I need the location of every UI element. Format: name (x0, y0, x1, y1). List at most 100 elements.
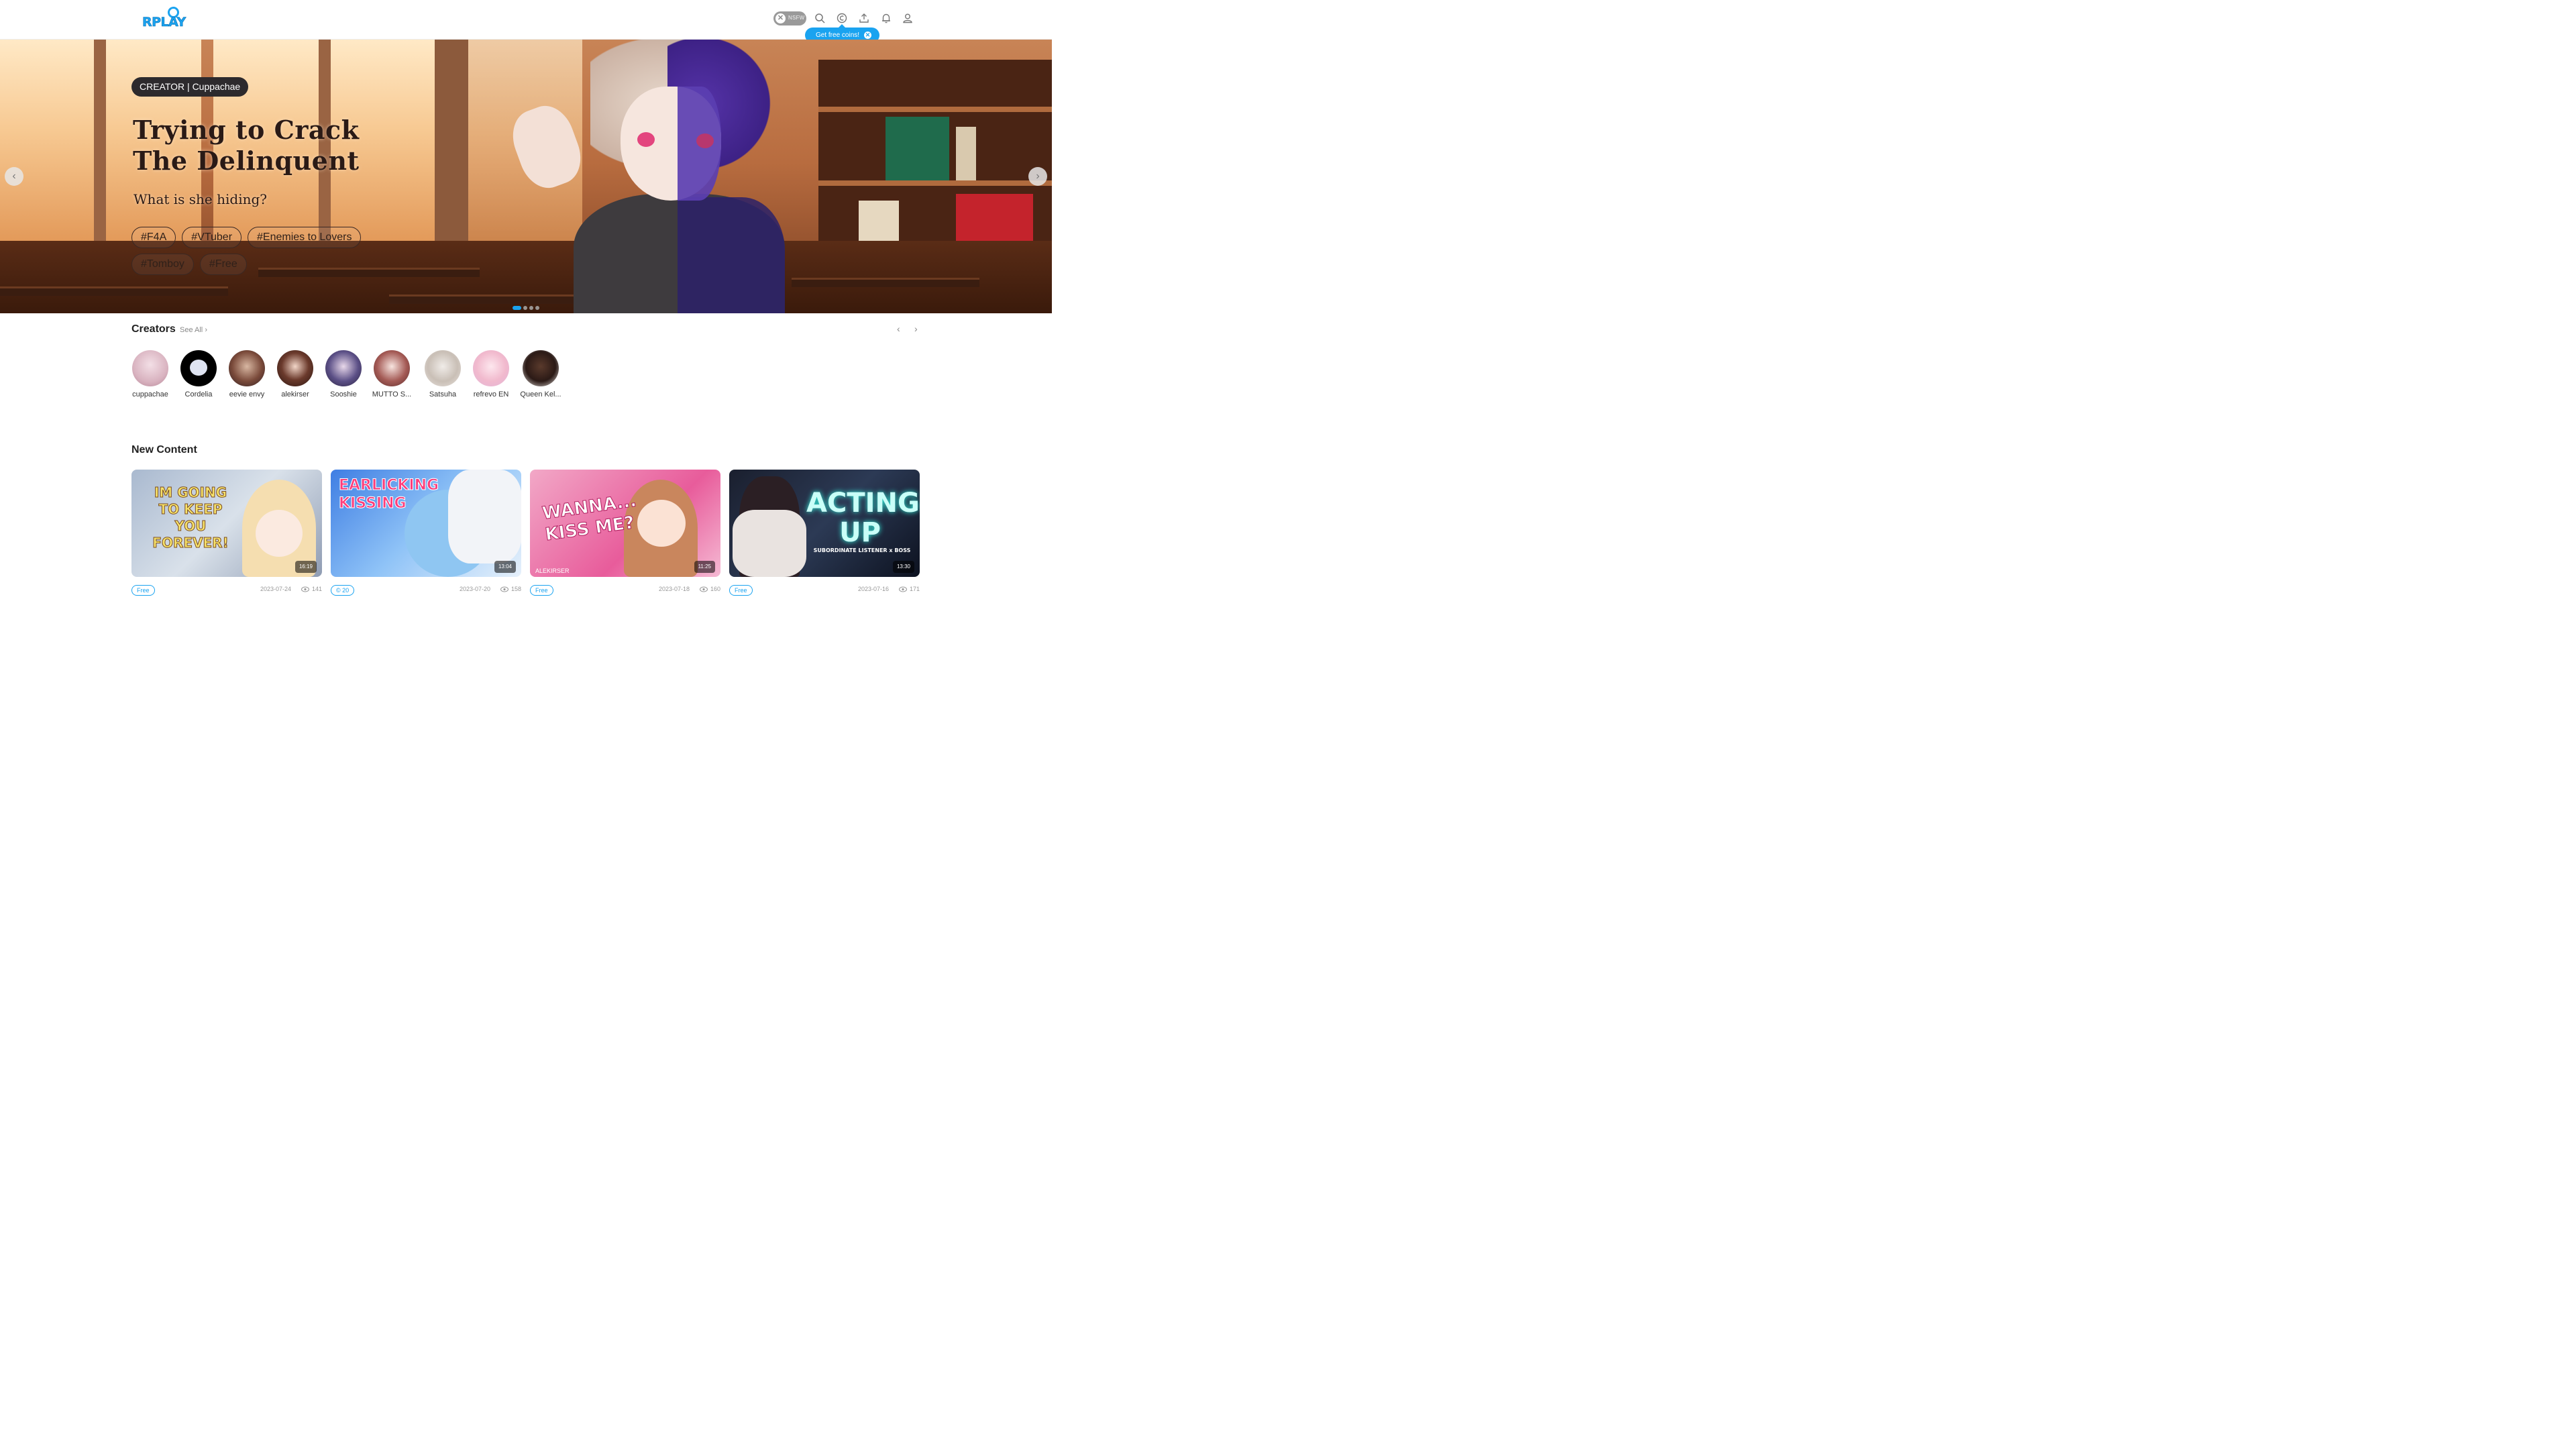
avatar (374, 350, 410, 386)
content-card[interactable]: IM GOING TO KEEP YOU FOREVER! 16:19 (131, 470, 322, 577)
coin-icon[interactable] (836, 12, 848, 24)
creator-name: Satsuha (429, 390, 457, 398)
coin-icon: © (336, 587, 343, 594)
creator-pill[interactable]: CREATOR | Cuppachae (131, 77, 249, 97)
top-header: RPLAY ✕ NSFW (0, 0, 1052, 40)
hero-prev-arrow-icon[interactable]: ‹ (5, 167, 23, 186)
hero-tag-list: #F4A #VTuber #Enemies to Lovers #Tomboy #Fr… (131, 227, 386, 280)
creator-item[interactable]: Cordelia (174, 350, 223, 398)
see-all-link[interactable]: See All › (180, 326, 207, 334)
card-thumb-text: ACTING UP (806, 488, 920, 548)
avatar (277, 350, 313, 386)
creator-name: MUTTO S... (372, 390, 412, 398)
hero-tag[interactable]: #Enemies to Lovers (248, 227, 362, 248)
card-views: 171 (898, 586, 920, 592)
carousel-dots (513, 301, 541, 310)
creator-name: cuppachae (132, 390, 168, 398)
bookshelf-decoration (818, 60, 1052, 261)
card-meta: © 20 2023-07-20 158 (331, 584, 521, 596)
creators-title: Creators (131, 323, 176, 335)
creator-item[interactable]: Queen Kel... (517, 350, 565, 398)
card-watermark: ALEKIRSER (535, 568, 570, 574)
creator-item[interactable]: cuppachae (126, 350, 174, 398)
creator-name: Cordelia (184, 390, 213, 398)
close-icon[interactable]: ✕ (864, 32, 871, 39)
card-character-body (733, 510, 806, 577)
creator-name: alekirser (281, 390, 309, 398)
price-badge: © 20 (331, 585, 355, 596)
creators-next-icon[interactable]: › (914, 323, 918, 334)
carousel-dot[interactable] (523, 306, 527, 310)
avatar (473, 350, 509, 386)
avatar (180, 350, 217, 386)
creator-name: eevie envy (229, 390, 265, 398)
duration-badge: 16:19 (294, 561, 317, 573)
desk-decoration (389, 294, 604, 304)
content-card[interactable]: WANNA... KISS ME? ALEKIRSER 11:25 (530, 470, 720, 577)
avatar (425, 350, 461, 386)
card-date: 2023-07-20 (459, 586, 490, 592)
creator-item[interactable]: MUTTO S... (368, 350, 416, 398)
close-icon: ✕ (775, 13, 786, 23)
search-icon[interactable] (814, 12, 826, 24)
hero-next-arrow-icon[interactable]: › (1028, 167, 1047, 186)
carousel-dot[interactable] (513, 306, 521, 310)
creator-name: refrevo EN (473, 390, 509, 398)
hero-title: Trying to Crack The Delinquent (133, 115, 360, 176)
carousel-dot[interactable] (535, 306, 539, 310)
duration-badge: 13:30 (892, 561, 914, 573)
upload-icon[interactable] (858, 12, 870, 24)
character-body-shade (678, 197, 785, 313)
card-views: 141 (301, 586, 322, 592)
character-eye (696, 133, 714, 148)
creator-item[interactable]: Satsuha (419, 350, 467, 398)
rplay-logo[interactable]: RPLAY (141, 7, 186, 31)
creator-item[interactable]: Sooshie (319, 350, 368, 398)
hero-tag[interactable]: #VTuber (182, 227, 242, 248)
price-badge: Free (729, 585, 753, 596)
see-all-label: See All (180, 326, 203, 334)
hero-subtitle: What is she hiding? (133, 191, 267, 207)
new-content-title: New Content (131, 444, 197, 455)
creator-name: Sooshie (330, 390, 357, 398)
creator-item[interactable]: alekirser (271, 350, 319, 398)
card-character-face (256, 510, 303, 557)
content-card[interactable]: ACTING UP SUBORDINATE LISTENER x BOSS 13… (729, 470, 920, 577)
price-badge: Free (131, 585, 155, 596)
avatar (325, 350, 362, 386)
hero-tag[interactable]: #Free (199, 254, 247, 275)
eye-icon (500, 586, 508, 592)
eye-icon (699, 586, 708, 592)
chevron-right-icon: › (205, 326, 207, 334)
avatar (132, 350, 168, 386)
eye-icon (898, 586, 907, 592)
creator-name: Queen Kel... (520, 390, 561, 398)
card-meta: Free 2023-07-16 171 (729, 584, 920, 596)
nsfw-label: NSFW (788, 15, 805, 21)
avatar (523, 350, 559, 386)
card-thumb-text: EARLICKING KISSING (339, 477, 439, 513)
card-meta: Free 2023-07-24 141 (131, 584, 322, 596)
tooltip-label: Get free coins! (816, 32, 860, 39)
desk-decoration (792, 278, 979, 287)
creator-item[interactable]: eevie envy (223, 350, 271, 398)
avatar (229, 350, 265, 386)
card-date: 2023-07-18 (658, 586, 690, 592)
nsfw-toggle[interactable]: ✕ NSFW (773, 11, 806, 25)
card-date: 2023-07-24 (260, 586, 291, 592)
bell-icon[interactable] (880, 12, 892, 24)
carousel-dot[interactable] (529, 306, 533, 310)
hero-banner[interactable]: CREATOR | Cuppachae Trying to Crack The … (0, 40, 1052, 313)
hero-tag[interactable]: #Tomboy (131, 254, 194, 275)
duration-badge: 11:25 (694, 561, 715, 573)
card-views: 160 (699, 586, 720, 592)
wall-pillar (435, 40, 468, 241)
desk-decoration (0, 286, 228, 296)
user-icon[interactable] (902, 12, 914, 24)
price-badge: Free (530, 585, 553, 596)
creator-item[interactable]: refrevo EN (467, 350, 515, 398)
content-card[interactable]: EARLICKING KISSING 13:04 (331, 470, 521, 577)
card-character-face (637, 500, 686, 547)
hero-tag[interactable]: #F4A (131, 227, 176, 248)
creators-prev-icon[interactable]: ‹ (897, 323, 900, 334)
